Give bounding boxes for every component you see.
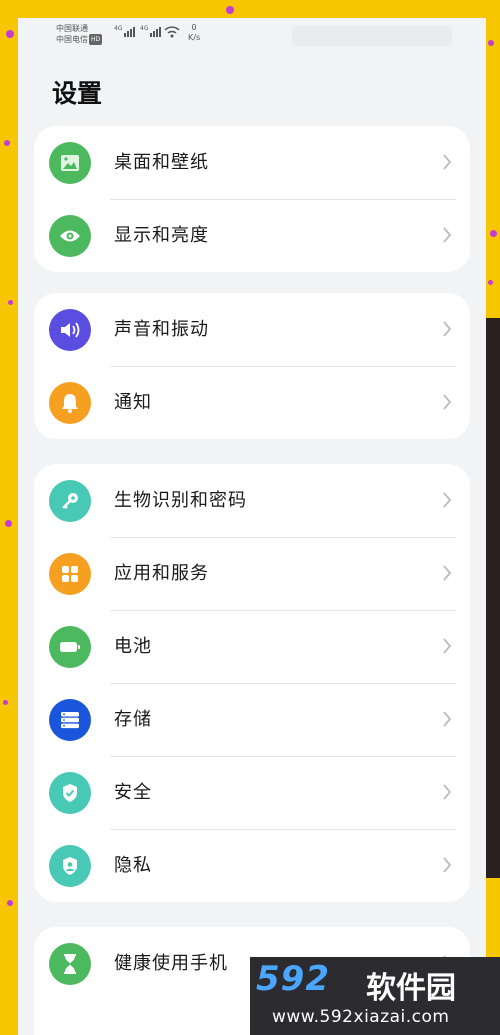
bg-dot (3, 700, 8, 705)
watermark-url: www.592xiazai.com (272, 1007, 450, 1027)
bg-dot (7, 900, 13, 906)
settings-item-biometrics-password[interactable]: 生物识别和密码 (34, 464, 470, 537)
carrier-info: 中国联通 中国电信 HD (56, 23, 103, 45)
speaker-icon (49, 309, 91, 351)
settings-item-label: 健康使用手机 (114, 953, 228, 974)
settings-group-display: 桌面和壁纸 显示和亮度 (34, 126, 470, 272)
watermark-brand: 软件园 (366, 971, 456, 1006)
battery-icon (49, 626, 91, 668)
chevron-right-icon (443, 857, 452, 873)
key-icon (49, 480, 91, 522)
chevron-right-icon (443, 154, 452, 170)
settings-item-label: 通知 (114, 392, 152, 413)
shield-check-icon (49, 772, 91, 814)
settings-item-label: 存储 (114, 709, 152, 730)
hourglass-icon (49, 943, 91, 985)
page-title: 设置 (52, 79, 103, 108)
chevron-right-icon (443, 565, 452, 581)
settings-item-sound-vibration[interactable]: 声音和振动 (34, 293, 470, 366)
status-bar: 中国联通 中国电信 HD 4G 4G 0 K/s (18, 18, 486, 54)
settings-group-system: 生物识别和密码 应用和服务 电池 存储 安全 隐私 (34, 464, 470, 902)
bg-dot (4, 140, 10, 146)
privacy-shield-icon (49, 845, 91, 887)
settings-item-display-brightness[interactable]: 显示和亮度 (34, 199, 470, 272)
bg-dot (490, 230, 497, 237)
bg-dot (488, 280, 493, 285)
settings-item-apps-services[interactable]: 应用和服务 (34, 537, 470, 610)
watermark-logo: 592 (256, 959, 330, 999)
settings-item-battery[interactable]: 电池 (34, 610, 470, 683)
wallpaper-icon (49, 142, 91, 184)
chevron-right-icon (443, 492, 452, 508)
network-speed: 0 K/s (188, 23, 201, 42)
wifi-icon (164, 26, 180, 40)
hd-badge: HD (89, 34, 103, 45)
settings-group-sound: 声音和振动 通知 (34, 293, 470, 439)
watermark: 592 软件园 www.592xiazai.com (250, 957, 500, 1035)
settings-item-label: 隐私 (114, 855, 152, 876)
settings-item-label: 安全 (114, 782, 152, 803)
bg-dot (226, 6, 234, 14)
bg-dot (5, 520, 12, 527)
settings-item-label: 桌面和壁纸 (114, 152, 209, 173)
apps-grid-icon (49, 553, 91, 595)
bell-icon (49, 382, 91, 424)
settings-item-security[interactable]: 安全 (34, 756, 470, 829)
settings-screen: 中国联通 中国电信 HD 4G 4G 0 K/s 设置 桌面和壁纸 显示和亮度 … (18, 18, 486, 1035)
status-icons-area (292, 26, 452, 46)
signal-2-icon: 4G (140, 25, 162, 37)
carrier-2: 中国电信 (56, 35, 88, 44)
chevron-right-icon (443, 638, 452, 654)
settings-item-label: 显示和亮度 (114, 225, 209, 246)
eye-icon (49, 215, 91, 257)
settings-item-label: 电池 (114, 636, 152, 657)
settings-item-privacy[interactable]: 隐私 (34, 829, 470, 902)
bg-dot (8, 300, 13, 305)
settings-item-storage[interactable]: 存储 (34, 683, 470, 756)
settings-item-notifications[interactable]: 通知 (34, 366, 470, 439)
chevron-right-icon (443, 711, 452, 727)
storage-icon (49, 699, 91, 741)
chevron-right-icon (443, 227, 452, 243)
bg-photo-strip (486, 318, 500, 878)
settings-item-wallpaper[interactable]: 桌面和壁纸 (34, 126, 470, 199)
bg-dot (488, 40, 494, 46)
chevron-right-icon (443, 784, 452, 800)
chevron-right-icon (443, 321, 452, 337)
settings-item-label: 声音和振动 (114, 319, 209, 340)
settings-item-label: 生物识别和密码 (114, 490, 247, 511)
signal-1-icon: 4G (114, 25, 136, 37)
chevron-right-icon (443, 394, 452, 410)
bg-dot (6, 30, 14, 38)
carrier-1: 中国联通 (56, 24, 88, 33)
settings-item-label: 应用和服务 (114, 563, 209, 584)
